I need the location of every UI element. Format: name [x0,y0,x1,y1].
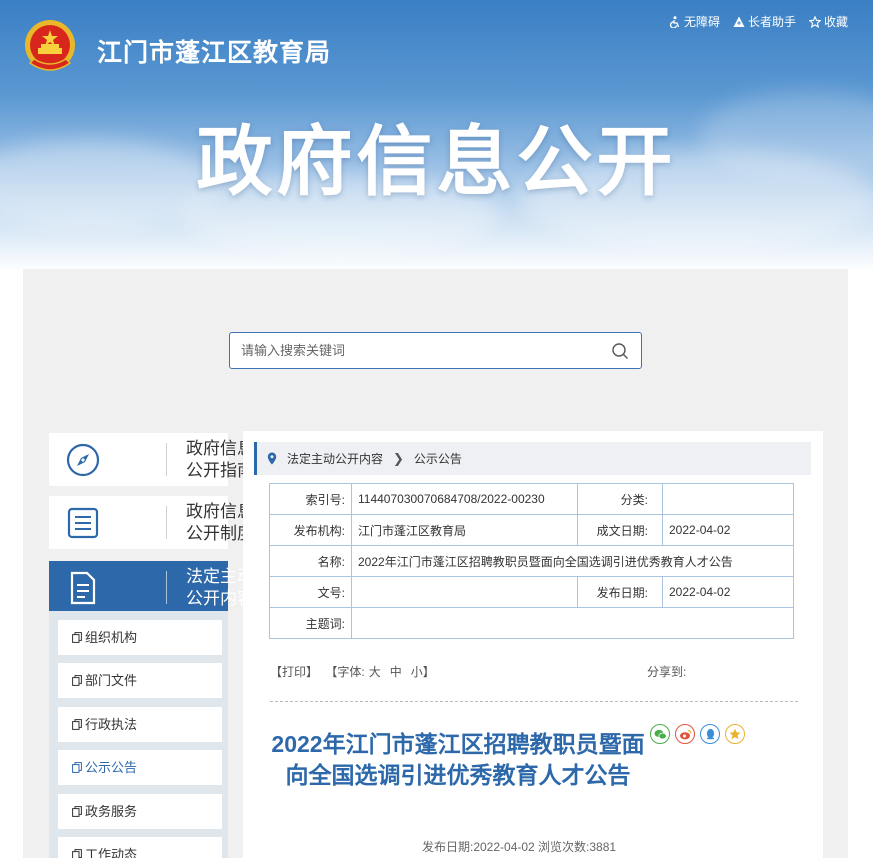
divider [270,701,798,702]
chevron-right-icon: ❯ [393,450,404,466]
hero-title: 政府信息公开 [196,120,677,205]
share-qq-button[interactable] [700,724,720,744]
national-emblem-icon [25,20,75,71]
star-icon [808,15,821,28]
compass-icon [66,443,100,477]
sidebar-item-organization[interactable]: 组织机构 [58,620,222,655]
table-row: 索引号: 114407030070684708/2022-00230 分类: [269,483,794,515]
search-icon[interactable] [611,342,629,360]
article-tools: 【打印】 【字体: 大中小】 [270,663,435,680]
font-small-button[interactable]: 小 [411,665,423,679]
meta-value [351,607,794,639]
meta-key: 主题词: [269,607,352,639]
elder-assist-label: 长者助手 [747,15,796,29]
favorite-label: 收藏 [823,15,848,29]
article-publish-info: 发布日期:2022-04-02 浏览次数:3881 [422,840,617,854]
meta-key: 成文日期: [577,514,663,546]
sidebar-card-divider [166,443,167,476]
font-medium-button[interactable]: 中 [390,665,402,679]
site-title[interactable]: 江门市蓬江区教育局 [97,33,331,69]
meta-key: 索引号: [269,483,352,515]
doc-icon [72,762,82,773]
meta-key: 分类: [577,483,663,515]
qq-icon [706,728,714,740]
meta-key: 发布日期: [577,576,663,608]
share-label: 分享到: [647,665,687,679]
list-doc-icon [67,507,99,539]
doc-icon [72,675,82,686]
metadata-table: 索引号: 114407030070684708/2022-00230 分类: 发… [269,483,794,639]
article-title: 2022年江门市蓬江区招聘教职员暨面向全国选调引进优秀教育人才公告 [271,731,645,788]
breadcrumb-item-current[interactable]: 公示公告 [414,450,462,467]
doc-icon [72,806,82,817]
sidebar-card-statutory[interactable]: 法定主动公开内容 [49,561,254,611]
wechat-icon [654,729,667,739]
top-tools: 无障碍 长者助手 收藏 [669,13,848,30]
accessibility-link[interactable]: 无障碍 [669,13,720,30]
meta-value [351,576,578,608]
document-icon [70,571,96,605]
qzone-icon [729,728,741,740]
search-input[interactable] [230,333,600,368]
sidebar-item-label: 组织机构 [85,630,138,645]
breadcrumb-item[interactable]: 法定主动公开内容 [287,450,383,467]
elder-assist-link[interactable]: 长者助手 [733,13,796,30]
header-banner: 江门市蓬江区教育局 无障碍 长者助手 收藏 政府信息公开 [0,0,873,272]
table-row: 文号: 发布日期: 2022-04-02 [269,576,794,608]
elder-assist-icon [733,16,745,27]
share-buttons [650,724,745,744]
doc-icon [72,719,82,730]
location-pin-icon [267,452,277,465]
sidebar-item-label: 部门文件 [85,673,138,688]
meta-value: 2022-04-02 [662,514,794,546]
accessibility-label: 无障碍 [683,15,720,29]
meta-key: 发布机构: [269,514,352,546]
sidebar-item-news[interactable]: 工作动态 [58,837,222,858]
weibo-icon [679,729,692,739]
table-row: 主题词: [269,607,794,639]
font-large-button[interactable]: 大 [369,665,381,679]
sidebar-card-system[interactable]: 政府信息公开制度 [49,496,254,549]
sidebar-item-label: 行政执法 [85,717,138,732]
sidebar-item-label: 公示公告 [85,760,138,775]
meta-value: 2022年江门市蓬江区招聘教职员暨面向全国选调引进优秀教育人才公告 [351,545,794,577]
share-wechat-button[interactable] [650,724,670,744]
search-box [229,332,642,369]
sidebar-card-divider [166,571,167,604]
meta-key: 名称: [269,545,352,577]
table-row: 名称: 2022年江门市蓬江区招聘教职员暨面向全国选调引进优秀教育人才公告 [269,545,794,577]
sidebar-item-label: 政务服务 [85,804,138,819]
breadcrumb: 法定主动公开内容 ❯ 公示公告 [254,442,811,475]
favorite-link[interactable]: 收藏 [808,13,848,30]
share-qzone-button[interactable] [725,724,745,744]
font-size-prefix: 【字体: [325,665,365,679]
doc-icon [72,849,82,858]
table-row: 发布机构: 江门市蓬江区教育局 成文日期: 2022-04-02 [269,514,794,546]
sidebar-item-documents[interactable]: 部门文件 [58,663,222,698]
doc-icon [72,632,82,643]
accessibility-icon [669,15,680,28]
share-weibo-button[interactable] [675,724,695,744]
sidebar-item-label: 工作动态 [85,847,138,858]
sidebar-card-guide[interactable]: 政府信息公开指南 [49,433,254,486]
meta-value [662,483,794,515]
meta-value: 江门市蓬江区教育局 [351,514,578,546]
sidebar-item-services[interactable]: 政务服务 [58,794,222,829]
meta-key: 文号: [269,576,352,608]
sidebar-card-divider [166,506,167,539]
sidebar-item-announcements[interactable]: 公示公告 [58,750,222,785]
print-button[interactable]: 【打印】 [270,665,318,679]
sidebar-item-enforcement[interactable]: 行政执法 [58,707,222,742]
font-size-suffix: 】 [422,665,435,679]
meta-value: 114407030070684708/2022-00230 [351,483,578,515]
meta-value: 2022-04-02 [662,576,794,608]
